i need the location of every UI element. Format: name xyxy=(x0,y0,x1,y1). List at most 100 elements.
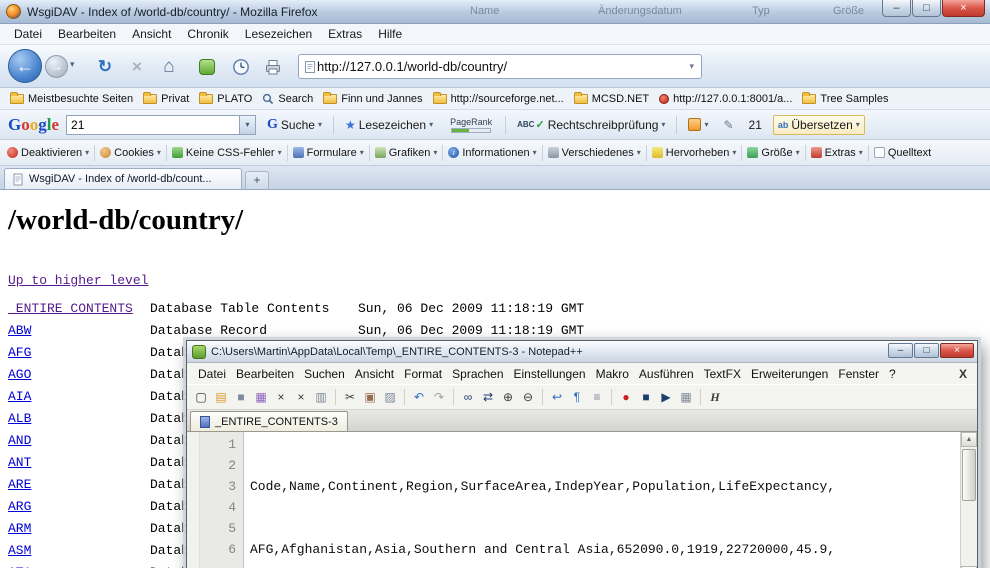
entry-link-ant[interactable]: ANT xyxy=(8,455,31,470)
vertical-scrollbar[interactable]: ▲ ▼ xyxy=(960,432,977,568)
webdev-cookies[interactable]: Cookies▾ xyxy=(97,145,164,161)
save-file-icon[interactable]: ■ xyxy=(232,388,250,406)
bookmark-sourceforge[interactable]: http://sourceforge.net... xyxy=(428,91,569,107)
minimize-button[interactable]: – xyxy=(882,0,911,17)
notepad-maximize-button[interactable]: □ xyxy=(914,343,939,358)
reload-button[interactable]: ↻ xyxy=(92,55,118,79)
copy-icon[interactable]: ▣ xyxy=(361,388,379,406)
bookmark-search[interactable]: Search xyxy=(257,91,318,107)
url-input[interactable] xyxy=(317,59,686,74)
entry-link-arm[interactable]: ARM xyxy=(8,521,31,536)
entry-link-asm[interactable]: ASM xyxy=(8,543,31,558)
google-search-box[interactable]: ▾ xyxy=(66,115,256,135)
close-all-icon[interactable]: × xyxy=(292,388,310,406)
print-icon[interactable]: ▥ xyxy=(312,388,330,406)
save-all-icon[interactable]: ▦ xyxy=(252,388,270,406)
html-preview-icon[interactable]: H xyxy=(706,388,724,406)
npp-menu-einstellungen[interactable]: Einstellungen xyxy=(509,365,591,383)
counter-badge[interactable]: 21 xyxy=(745,116,766,134)
up-to-higher-level-link[interactable]: Up to higher level xyxy=(8,273,148,288)
home-button[interactable]: ⌂ xyxy=(156,55,182,79)
notepad-close-button[interactable]: × xyxy=(940,343,974,358)
pagerank-indicator[interactable]: PageRank xyxy=(444,117,498,133)
undo-icon[interactable]: ↶ xyxy=(410,388,428,406)
redo-icon[interactable]: ↷ xyxy=(430,388,448,406)
clock-icon[interactable] xyxy=(228,55,254,79)
entry-link-arg[interactable]: ARG xyxy=(8,499,31,514)
menu-hilfe[interactable]: Hilfe xyxy=(370,25,410,43)
webdev-verschiedenes[interactable]: Verschiedenes▾ xyxy=(545,145,644,161)
webdev-informationen[interactable]: iInformationen▾ xyxy=(445,145,539,161)
bookmark-finn-und-jannes[interactable]: Finn und Jannes xyxy=(318,91,427,107)
entry-link-ago[interactable]: AGO xyxy=(8,367,31,382)
replace-icon[interactable]: ⇄ xyxy=(479,388,497,406)
tab-wsgidav[interactable]: WsgiDAV - Index of /world-db/count... xyxy=(4,168,242,189)
spellcheck-button[interactable]: ABC✓Rechtschreibprüfung▾ xyxy=(513,116,669,134)
paste-icon[interactable]: ▨ xyxy=(381,388,399,406)
bookmark-mcsd-net[interactable]: MCSD.NET xyxy=(569,91,654,107)
history-dropdown-icon[interactable]: ▾ xyxy=(70,59,75,70)
show-all-chars-icon[interactable]: ¶ xyxy=(568,388,586,406)
notepad-titlebar[interactable]: C:\Users\Martin\AppData\Local\Temp\_ENTI… xyxy=(187,341,977,363)
webdev-groesse[interactable]: Größe▾ xyxy=(744,145,802,161)
bookmark-meistbesuchte-seiten[interactable]: Meistbesuchte Seiten xyxy=(5,91,138,107)
indent-guide-icon[interactable]: ≡ xyxy=(588,388,606,406)
maximize-button[interactable]: □ xyxy=(912,0,941,17)
entry-link-alb[interactable]: ALB xyxy=(8,411,31,426)
entry-link-and[interactable]: AND xyxy=(8,433,31,448)
url-bar[interactable]: ▾ xyxy=(298,54,702,79)
webdev-css[interactable]: Keine CSS-Fehler▾ xyxy=(169,145,285,161)
scrollbar-thumb[interactable] xyxy=(962,449,976,501)
entry-link-are[interactable]: ARE xyxy=(8,477,31,492)
npp-menu-bearbeiten[interactable]: Bearbeiten xyxy=(231,365,299,383)
google-search-input[interactable] xyxy=(67,118,239,132)
stop-macro-icon[interactable]: ■ xyxy=(637,388,655,406)
autofill-button[interactable]: ▾ xyxy=(684,116,712,133)
entry-link-abw[interactable]: ABW xyxy=(8,323,31,338)
google-bookmarks-button[interactable]: ★Lesezeichen▾ xyxy=(341,116,437,134)
npp-menu-ansicht[interactable]: Ansicht xyxy=(350,365,399,383)
zoom-in-icon[interactable]: ⊕ xyxy=(499,388,517,406)
menu-bearbeiten[interactable]: Bearbeiten xyxy=(50,25,124,43)
stop-button[interactable]: × xyxy=(124,55,150,79)
entry-link-entire-contents[interactable]: _ENTIRE_CONTENTS xyxy=(8,301,133,316)
entry-link-afg[interactable]: AFG xyxy=(8,345,31,360)
addon-icon[interactable] xyxy=(194,55,220,79)
notepad-editor[interactable]: 1 2 3 4 5 6 Code,Name,Continent,Region,S… xyxy=(187,432,977,568)
close-file-icon[interactable]: × xyxy=(272,388,290,406)
npp-menu-sprachen[interactable]: Sprachen xyxy=(447,365,508,383)
zoom-out-icon[interactable]: ⊖ xyxy=(519,388,537,406)
open-file-icon[interactable]: ▤ xyxy=(212,388,230,406)
forward-button[interactable]: → xyxy=(45,55,68,78)
new-file-icon[interactable]: ▢ xyxy=(192,388,210,406)
bookmark-localhost-8001[interactable]: http://127.0.0.1:8001/a... xyxy=(654,91,797,107)
highlight-button[interactable]: ✎ xyxy=(719,116,737,134)
save-macro-icon[interactable]: ▦ xyxy=(677,388,695,406)
bookmark-plato[interactable]: PLATO xyxy=(194,91,257,107)
google-search-button[interactable]: GSuche▾ xyxy=(263,115,326,135)
npp-menu-textfx[interactable]: TextFX xyxy=(699,365,746,383)
webdev-quelltext[interactable]: Quelltext xyxy=(871,145,934,161)
menu-ansicht[interactable]: Ansicht xyxy=(124,25,179,43)
back-button[interactable]: ← xyxy=(8,49,42,83)
npp-menu-erweiterungen[interactable]: Erweiterungen xyxy=(746,365,833,383)
translate-button[interactable]: abÜbersetzen▾ xyxy=(773,115,865,135)
webdev-hervorheben[interactable]: Hervorheben▾ xyxy=(649,145,740,161)
bookmark-privat[interactable]: Privat xyxy=(138,91,194,107)
menu-datei[interactable]: Datei xyxy=(6,25,50,43)
menu-extras[interactable]: Extras xyxy=(320,25,370,43)
new-tab-button[interactable]: + xyxy=(245,171,269,189)
npp-menu-fenster[interactable]: Fenster xyxy=(833,365,884,383)
cut-icon[interactable]: ✂ xyxy=(341,388,359,406)
npp-menu-format[interactable]: Format xyxy=(399,365,447,383)
notepad-minimize-button[interactable]: – xyxy=(888,343,913,358)
close-button[interactable]: × xyxy=(942,0,985,17)
menu-chronik[interactable]: Chronik xyxy=(179,25,236,43)
play-macro-icon[interactable]: ▶ xyxy=(657,388,675,406)
word-wrap-icon[interactable]: ↩ xyxy=(548,388,566,406)
npp-menu-suchen[interactable]: Suchen xyxy=(299,365,350,383)
bookmark-tree-samples[interactable]: Tree Samples xyxy=(797,91,893,107)
npp-menu-ausfuehren[interactable]: Ausführen xyxy=(634,365,699,383)
npp-menu-close-document[interactable]: X xyxy=(959,367,971,381)
webdev-formulare[interactable]: Formulare▾ xyxy=(290,145,367,161)
